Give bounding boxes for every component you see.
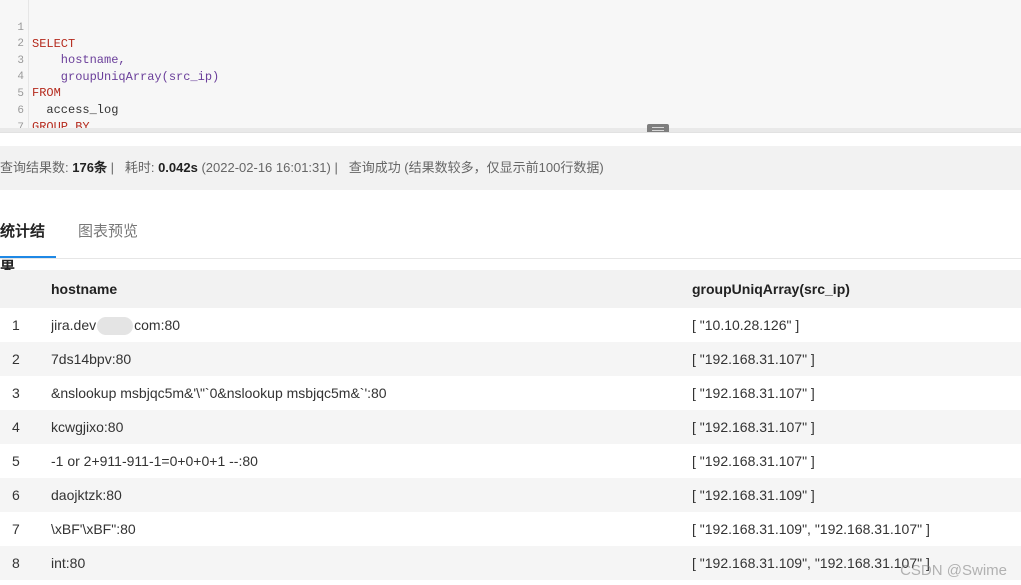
tab-chart-preview[interactable]: 图表预览 [78,214,138,256]
code-text: SELECT [32,37,76,51]
row-index: 8 [12,555,20,571]
separator: | [110,160,114,175]
table-row[interactable]: 4 kcwgjixo:80 [ "192.168.31.107" ] [0,410,1021,444]
hostname-cell: kcwgjixo:80 [51,419,124,435]
header-src-ip[interactable]: groupUniqArray(src_ip) [692,270,1012,308]
table-row[interactable]: 5 -1 or 2+911-911-1=0+0+0+1 --:80 [ "192… [0,444,1021,478]
hostname-part: jira.dev [51,317,97,333]
hostname-cell: int:80 [51,555,86,571]
editor-resize-handle[interactable] [647,124,669,132]
ip-cell: [ "192.168.31.107" ] [692,419,815,435]
result-count-label: 查询结果数: [0,160,69,175]
hostname-cell: -1 or 2+911-911-1=0+0+0+1 --:80 [51,453,258,469]
code-text: groupUniqArray(src_ip) [32,70,220,84]
query-status-bar: 查询结果数: 176条 | 耗时: 0.042s (2022-02-16 16:… [0,146,1021,190]
code-line: 5 access_log [0,70,118,117]
hostname-cell: &nslookup msbjqc5m&'\"`0&nslookup msbjqc… [51,385,387,401]
table-row[interactable]: 7 \xBF'\xBF":80 [ "192.168.31.109", "192… [0,512,1021,546]
table-row[interactable]: 2 7ds14bpv:80 [ "192.168.31.107" ] [0,342,1021,376]
code-line: 7 hostname [0,104,29,132]
redaction-blur [97,317,134,336]
row-index: 3 [12,385,20,401]
row-index: 5 [12,453,20,469]
status-message: 查询成功 (结果数较多，仅显示前100行数据) [348,160,604,175]
elapsed-label: 耗时: [124,160,155,175]
table-row[interactable]: 8 int:80 [ "192.168.31.109", "192.168.31… [0,546,1021,580]
table-row[interactable]: 3 &nslookup msbjqc5m&'\"`0&nslookup msbj… [0,376,1021,410]
hostname-cell: \xBF'\xBF":80 [51,521,136,537]
code-line: 2 hostname, [0,20,125,67]
ip-cell: [ "192.168.31.107" ] [692,453,815,469]
code-line: 3 groupUniqArray(src_ip) [0,37,219,84]
table-row[interactable]: 1 jira.dev com:80 [ "10.10.28.126" ] [0,308,1021,342]
code-text: access_log [32,103,119,117]
hostname-cell: 7ds14bpv:80 [51,351,132,367]
results-table: hostname groupUniqArray(src_ip) 1 jira.d… [0,270,1021,580]
code-line: 4 FROM [0,53,60,100]
hostname-cell: daojktzk:80 [51,487,122,503]
ip-cell: [ "10.10.28.126" ] [692,317,800,333]
editor-divider [0,128,1021,132]
row-index: 2 [12,351,20,367]
code-text: FROM [32,86,61,100]
separator: | [334,160,338,175]
row-index: 1 [12,317,20,333]
header-hostname[interactable]: hostname [51,270,651,308]
code-line: 1 SELECT [0,4,75,51]
ip-cell: [ "192.168.31.109", "192.168.31.107" ] [692,521,930,537]
table-header: hostname groupUniqArray(src_ip) [0,270,1021,308]
code-text: hostname, [32,53,126,67]
hostname-cell: jira.dev com:80 [51,308,651,342]
hostname-part: com:80 [134,317,181,333]
ip-cell: [ "192.168.31.109" ] [692,487,815,503]
elapsed-value: 0.042s [158,160,198,175]
result-count-value: 176条 [72,160,107,175]
table-row[interactable]: 6 daojktzk:80 [ "192.168.31.109" ] [0,478,1021,512]
sql-editor[interactable]: 1 SELECT 2 hostname, 3 groupUniqArray(sr… [0,0,1021,133]
row-index: 6 [12,487,20,503]
row-index: 4 [12,419,20,435]
ip-cell: [ "192.168.31.107" ] [692,351,815,367]
query-timestamp: (2022-02-16 16:01:31) [201,160,331,175]
code-line: 6 GROUP BY [0,87,89,132]
row-index: 7 [12,521,20,537]
tab-statistics[interactable]: 统计结果 [0,214,56,276]
result-tabs: 统计结果 图表预览 [0,214,1021,276]
csdn-watermark: CSDN @Swime [900,562,1007,579]
ip-cell: [ "192.168.31.107" ] [692,385,815,401]
